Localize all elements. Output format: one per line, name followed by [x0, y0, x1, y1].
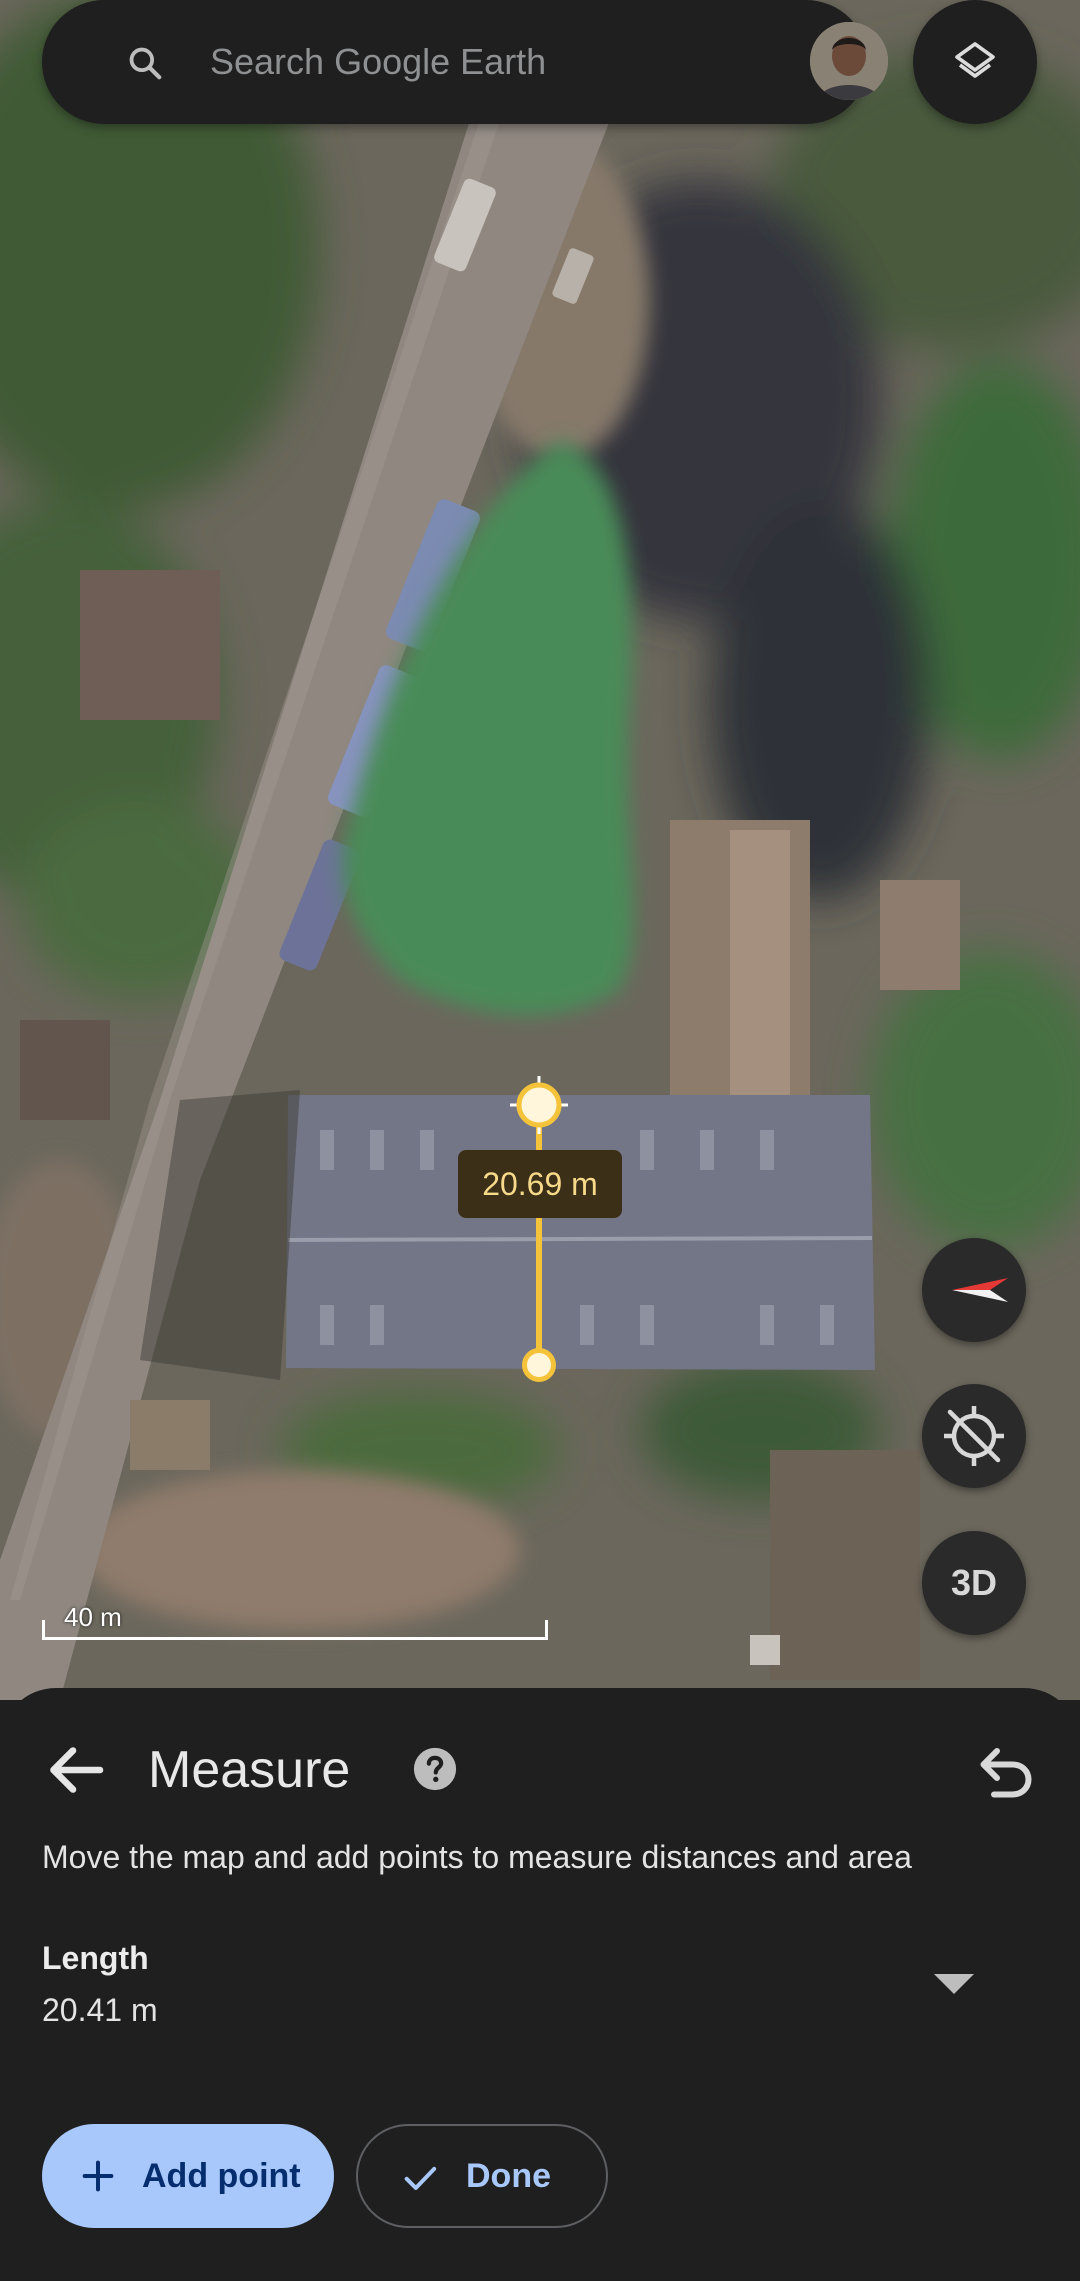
- length-value: 20.41 m: [42, 1992, 158, 2028]
- search-input[interactable]: Search Google Earth: [210, 36, 546, 88]
- dropdown-arrow-icon[interactable]: [928, 1964, 980, 2004]
- measurement-point[interactable]: [522, 1348, 556, 1382]
- add-point-label: Add point: [142, 2157, 301, 2195]
- arrow-back-icon[interactable]: [40, 1734, 112, 1806]
- plus-icon: [82, 2160, 114, 2192]
- compass-icon: [952, 1278, 1008, 1302]
- satellite-imagery: [0, 0, 1080, 1700]
- measure-panel: Measure Move the map and add points to m…: [0, 1688, 1080, 2281]
- map-scale: 40 m: [42, 1602, 552, 1642]
- search-icon: [129, 47, 162, 80]
- panel-title: Measure: [148, 1741, 351, 1799]
- measurement-line: [536, 1101, 542, 1365]
- layers-button[interactable]: [913, 0, 1037, 124]
- search-bar[interactable]: Search Google Earth: [42, 0, 888, 124]
- account-avatar[interactable]: [810, 22, 888, 100]
- help-icon[interactable]: [412, 1746, 458, 1792]
- measure-instruction: Move the map and add points to measure d…: [42, 1839, 912, 1875]
- undo-icon[interactable]: [970, 1736, 1042, 1808]
- 3d-toggle-button[interactable]: 3D: [922, 1531, 1026, 1635]
- done-label: Done: [466, 2157, 551, 2195]
- length-label: Length: [42, 1940, 149, 1976]
- crosshair-point[interactable]: [508, 1074, 570, 1136]
- done-button[interactable]: Done: [356, 2124, 608, 2228]
- segment-distance-label: 20.69 m: [458, 1150, 622, 1218]
- my-location-button[interactable]: [922, 1384, 1026, 1488]
- scale-label: 40 m: [64, 1602, 122, 1632]
- compass-button[interactable]: [922, 1238, 1026, 1342]
- satellite-map[interactable]: [0, 0, 1080, 1700]
- add-point-button[interactable]: Add point: [42, 2124, 334, 2228]
- layers-icon: [955, 42, 995, 78]
- location-off-icon: [944, 1406, 1004, 1466]
- check-icon: [404, 2166, 437, 2190]
